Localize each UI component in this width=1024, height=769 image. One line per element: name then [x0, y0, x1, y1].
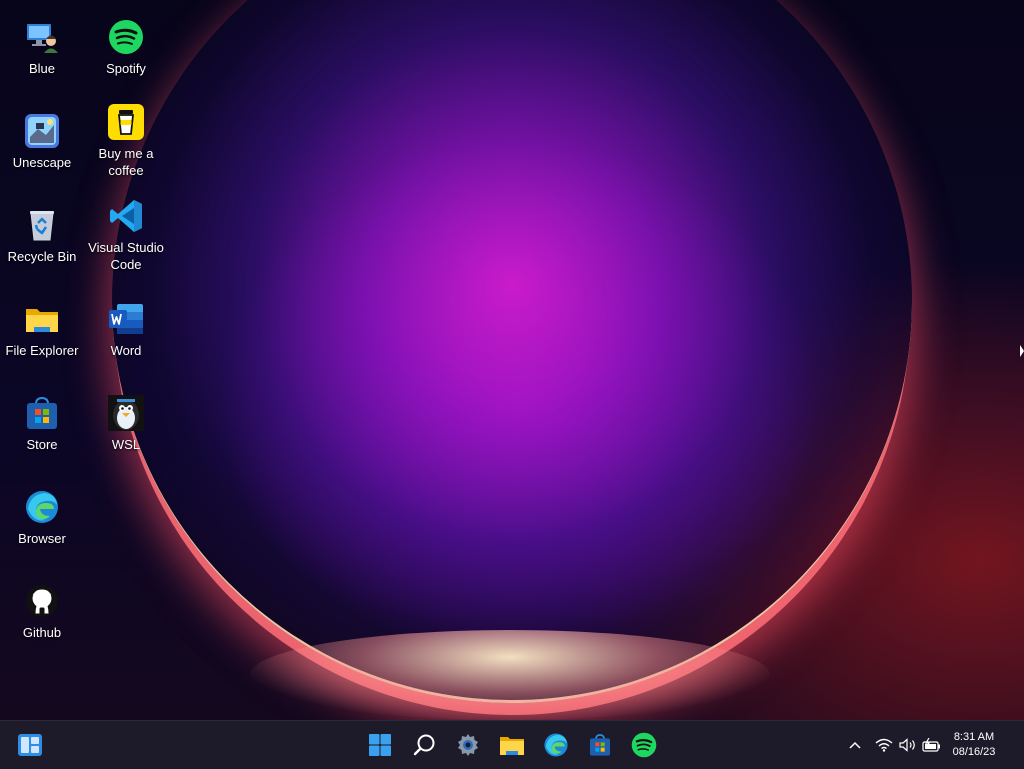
clock-time: 8:31 AM [953, 731, 995, 743]
desktop-icon-vscode[interactable]: Visual Studio Code [84, 197, 168, 273]
desktop-background: Blue Unescape Recycle Bin File Explorer … [0, 0, 1024, 720]
wallpaper-orb [112, 0, 912, 703]
unescape-icon [23, 112, 61, 150]
desktop-icon-github[interactable]: Github [0, 582, 84, 641]
desktop-icon-unescape[interactable]: Unescape [0, 112, 84, 171]
spotify-icon [107, 18, 145, 56]
blue-computer-icon [23, 18, 61, 56]
clock-date: 08/16/23 [952, 746, 996, 758]
settings-button[interactable] [452, 729, 484, 761]
battery-charging-icon [922, 738, 940, 752]
edge-taskbar-button[interactable] [540, 729, 572, 761]
clock[interactable]: 8:31 AM 08/16/23 [944, 730, 1004, 760]
desktop-icon-label: WSL [111, 437, 141, 452]
desktop-icon-file-explorer[interactable]: File Explorer [0, 300, 84, 359]
word-icon [107, 300, 145, 338]
desktop-icon-label: Unescape [12, 155, 72, 170]
penguin-icon [107, 394, 145, 432]
volume-button[interactable] [898, 735, 918, 755]
widgets-button[interactable] [14, 729, 46, 761]
store-icon [590, 734, 610, 756]
desktop-icon-store[interactable]: Store [0, 394, 84, 453]
desktop-icon-wsl[interactable]: WSL [84, 394, 168, 453]
spotify-taskbar-button[interactable] [628, 729, 660, 761]
speaker-icon [899, 738, 915, 752]
folder-icon [23, 300, 61, 338]
desktop-icon-label: Word [110, 343, 142, 358]
desktop-icon-blue[interactable]: Blue [0, 18, 84, 77]
vscode-icon [107, 197, 145, 235]
edge-icon [544, 733, 568, 757]
desktop-icon-label: Store [26, 437, 58, 452]
battery-button[interactable] [922, 735, 942, 755]
coffee-icon [107, 103, 145, 141]
desktop-icon-recycle-bin[interactable]: Recycle Bin [0, 206, 84, 265]
mouse-cursor-icon [1020, 345, 1024, 359]
gear-icon [458, 734, 478, 756]
desktop-icon-buy-me-a-coffee[interactable]: Buy me a coffee [84, 103, 168, 179]
widgets-icon [18, 734, 42, 756]
desktop-icon-label: File Explorer [5, 343, 79, 358]
file-explorer-taskbar-button[interactable] [496, 729, 528, 761]
start-button[interactable] [364, 729, 396, 761]
store-icon [23, 394, 61, 432]
desktop-icon-label: Github [22, 625, 62, 640]
edge-icon [23, 488, 61, 526]
desktop-icon-label: Blue [28, 61, 56, 76]
chevron-up-icon [849, 741, 861, 749]
github-icon [23, 582, 61, 620]
wifi-button[interactable] [874, 735, 894, 755]
desktop-icon-label: Spotify [106, 61, 146, 76]
show-hidden-icons-button[interactable] [845, 735, 865, 755]
taskbar: 8:31 AM 08/16/23 [0, 720, 1024, 769]
desktop-icon-word[interactable]: Word [84, 300, 168, 359]
store-taskbar-button[interactable] [584, 729, 616, 761]
desktop-icon-label: Buy me a coffee [98, 146, 154, 178]
desktop-icon-label: Browser [18, 531, 66, 546]
spotify-icon [631, 732, 657, 758]
folder-icon [500, 737, 524, 755]
desktop-icon-spotify[interactable]: Spotify [84, 18, 168, 77]
wallpaper-glow [250, 630, 770, 720]
desktop-icon-label: Visual Studio Code [88, 240, 164, 272]
search-button[interactable] [408, 729, 440, 761]
wifi-icon [875, 738, 893, 752]
search-icon [413, 734, 435, 756]
windows-logo-icon [369, 734, 391, 756]
desktop-icon-label: Recycle Bin [7, 249, 77, 264]
recycle-bin-icon [23, 206, 61, 244]
desktop-icon-browser[interactable]: Browser [0, 488, 84, 547]
